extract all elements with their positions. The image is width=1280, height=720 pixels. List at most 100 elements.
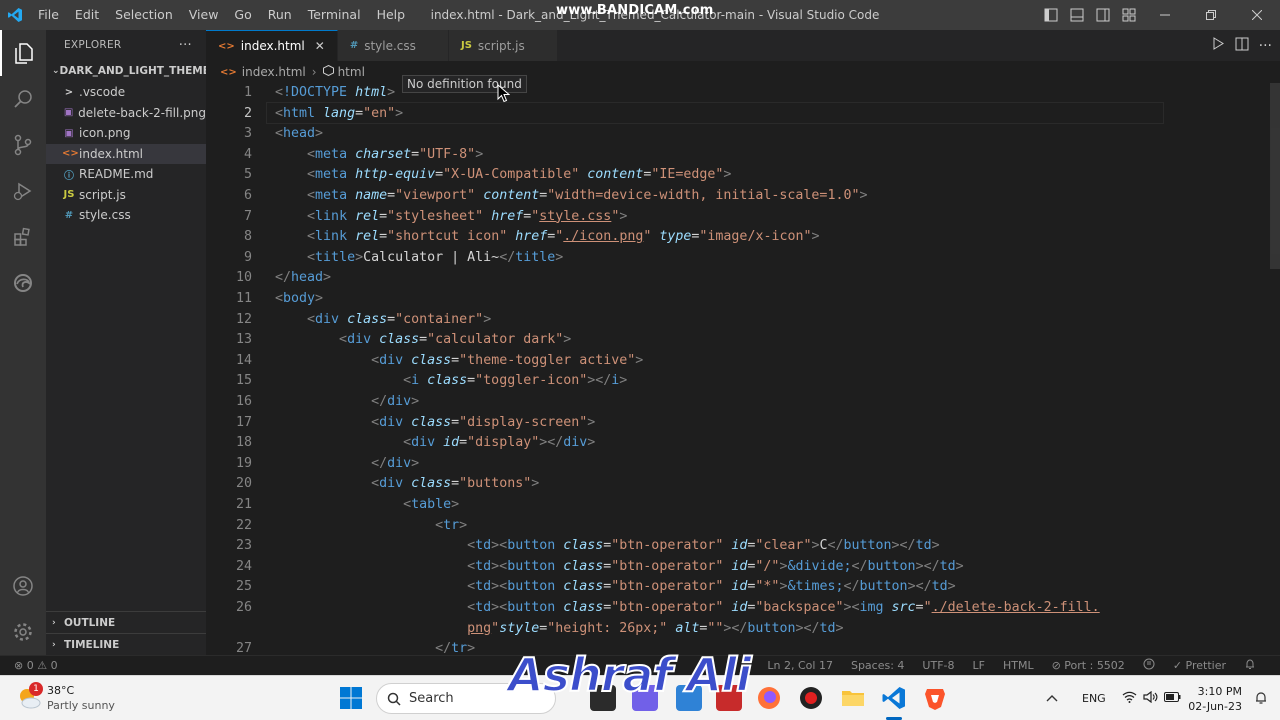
code-line[interactable]: 18 <div id="display"></div> <box>206 433 1166 454</box>
tab-style-css[interactable]: # style.css ✕ <box>337 30 449 61</box>
menu-terminal[interactable]: Terminal <box>300 0 369 30</box>
toggle-secondary-sidebar-icon[interactable] <box>1090 0 1116 30</box>
breadcrumb-node[interactable]: html <box>338 65 365 79</box>
volume-icon[interactable] <box>1143 690 1158 706</box>
run-icon[interactable] <box>1212 37 1225 54</box>
code-token: "UTF-8" <box>419 146 476 162</box>
workspace-folder[interactable]: ⌄ DARK_AND_LIGHT_THEME... <box>46 60 206 82</box>
file-item[interactable]: > .vscode <box>46 82 206 103</box>
vscode-taskbar-icon[interactable] <box>881 685 907 711</box>
weather-description[interactable]: Partly sunny <box>47 699 115 712</box>
menu-view[interactable]: View <box>181 0 227 30</box>
windows-start-icon[interactable] <box>340 687 362 709</box>
restore-button[interactable] <box>1188 0 1234 30</box>
outline-section[interactable]: › OUTLINE <box>46 611 206 633</box>
notification-bell-icon[interactable] <box>1254 691 1268 705</box>
menu-edit[interactable]: Edit <box>67 0 107 30</box>
extensions-icon[interactable] <box>0 214 46 260</box>
menu-help[interactable]: Help <box>369 0 414 30</box>
code-line[interactable]: 4 <meta charset="UTF-8"> <box>206 145 1166 166</box>
code-editor[interactable]: 1 <!DOCTYPE html> 2 <html lang="en"> 3 <head>… <box>206 83 1280 655</box>
settings-gear-icon[interactable] <box>0 609 46 655</box>
end-of-line[interactable]: LF <box>973 659 985 672</box>
close-tab-icon[interactable]: ✕ <box>315 39 325 53</box>
encoding[interactable]: UTF-8 <box>922 659 954 672</box>
menu-selection[interactable]: Selection <box>107 0 181 30</box>
code-line[interactable]: 2 <html lang="en"> <box>206 104 1166 125</box>
code-line[interactable]: 5 <meta http-equiv="X-UA-Compatible" con… <box>206 165 1166 186</box>
code-line[interactable]: png"style="height: 26px;" alt=""></butto… <box>206 619 1166 640</box>
battery-icon[interactable] <box>1163 692 1181 705</box>
indentation[interactable]: Spaces: 4 <box>851 659 904 672</box>
code-line[interactable]: 3 <head> <box>206 124 1166 145</box>
code-line[interactable]: 19 </div> <box>206 454 1166 475</box>
notifications-icon[interactable] <box>1244 658 1256 673</box>
file-item[interactable]: ⓘ README.md <box>46 164 206 185</box>
edge-devtools-icon[interactable] <box>0 260 46 306</box>
menu-file[interactable]: File <box>30 0 67 30</box>
menu-run[interactable]: Run <box>260 0 300 30</box>
code-line[interactable]: 8 <link rel="shortcut icon" href="./icon… <box>206 227 1166 248</box>
more-actions-icon[interactable]: ··· <box>1259 38 1272 54</box>
account-icon[interactable] <box>0 563 46 609</box>
cursor-position[interactable]: Ln 2, Col 17 <box>767 659 833 672</box>
tab-script-js[interactable]: JS script.js ✕ <box>448 30 558 61</box>
code-line[interactable]: 11 <body> <box>206 289 1166 310</box>
file-item[interactable]: <> index.html <box>46 143 206 164</box>
code-line[interactable]: 12 <div class="container"> <box>206 310 1166 331</box>
code-line[interactable]: 17 <div class="display-screen"> <box>206 413 1166 434</box>
vscode-logo-icon[interactable] <box>0 0 30 30</box>
wifi-icon[interactable] <box>1122 691 1137 706</box>
code-line[interactable]: 20 <div class="buttons"> <box>206 474 1166 495</box>
code-line[interactable]: 14 <div class="theme-toggler active"> <box>206 351 1166 372</box>
code-line[interactable]: 1 <!DOCTYPE html> <box>206 83 1166 104</box>
code-line[interactable]: 25 <td><button class="btn-operator" id="… <box>206 577 1166 598</box>
file-explorer-icon[interactable] <box>840 685 866 711</box>
split-editor-icon[interactable] <box>1235 37 1249 55</box>
toggle-sidebar-icon[interactable] <box>1038 0 1064 30</box>
more-actions-button[interactable]: ··· <box>179 38 192 53</box>
code-line[interactable]: 6 <meta name="viewport" content="width=d… <box>206 186 1166 207</box>
code-line[interactable]: 9 <title>Calculator | Ali~</title> <box>206 248 1166 269</box>
customize-layout-icon[interactable] <box>1116 0 1142 30</box>
code-line[interactable]: 24 <td><button class="btn-operator" id="… <box>206 557 1166 578</box>
code-line[interactable]: 16 </div> <box>206 392 1166 413</box>
file-item[interactable]: # style.css <box>46 205 206 226</box>
minimize-button[interactable] <box>1142 0 1188 30</box>
vertical-scrollbar[interactable] <box>1270 83 1280 269</box>
source-control-icon[interactable] <box>0 122 46 168</box>
file-item[interactable]: ▣ delete-back-2-fill.png <box>46 103 206 124</box>
weather-temperature[interactable]: 38°C <box>47 684 74 697</box>
file-item[interactable]: JS script.js <box>46 185 206 206</box>
chevron-up-icon[interactable] <box>1046 692 1058 705</box>
menu-go[interactable]: Go <box>226 0 259 30</box>
feedback-icon[interactable] <box>1143 658 1155 673</box>
code-line[interactable]: 13 <div class="calculator dark"> <box>206 330 1166 351</box>
language-mode[interactable]: HTML <box>1003 659 1034 672</box>
toggle-panel-icon[interactable] <box>1064 0 1090 30</box>
problems-indicator[interactable]: ⊗ 0 ⚠ 0 <box>14 659 58 672</box>
bandicam-record-icon[interactable] <box>798 685 824 711</box>
code-token: td <box>931 579 948 595</box>
input-language[interactable]: ENG <box>1082 692 1106 705</box>
timeline-section[interactable]: › TIMELINE <box>46 633 206 655</box>
code-line[interactable]: 21 <table> <box>206 495 1166 516</box>
code-line[interactable]: 26 <td><button class="btn-operator" id="… <box>206 598 1166 619</box>
code-line[interactable]: 7 <link rel="stylesheet" href="style.css… <box>206 207 1166 228</box>
file-item[interactable]: ▣ icon.png <box>46 123 206 144</box>
close-window-button[interactable] <box>1234 0 1280 30</box>
code-line[interactable]: 23 <td><button class="btn-operator" id="… <box>206 536 1166 557</box>
live-server-port[interactable]: ⊘ Port : 5502 <box>1052 659 1125 672</box>
code-line[interactable]: 22 <tr> <box>206 516 1166 537</box>
search-icon[interactable] <box>0 76 46 122</box>
prettier-status[interactable]: ✓ Prettier <box>1173 659 1226 672</box>
breadcrumb-file[interactable]: index.html <box>242 65 306 79</box>
system-clock[interactable]: 3:10 PM 02-Jun-23 <box>1188 684 1242 714</box>
code-line[interactable]: 10 </head> <box>206 268 1166 289</box>
firefox-icon[interactable] <box>756 685 782 711</box>
explorer-icon[interactable] <box>0 30 46 76</box>
tab-index-html[interactable]: <> index.html ✕ <box>206 30 338 61</box>
run-debug-icon[interactable] <box>0 168 46 214</box>
code-line[interactable]: 15 <i class="toggler-icon"></i> <box>206 371 1166 392</box>
brave-browser-icon[interactable] <box>922 685 948 711</box>
